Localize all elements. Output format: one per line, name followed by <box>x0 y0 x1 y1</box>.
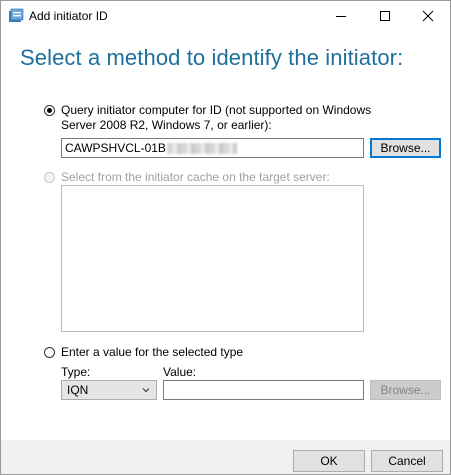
page-heading: Select a method to identify the initiato… <box>20 45 404 70</box>
window-title: Add initiator ID <box>29 9 108 23</box>
radio-query-initiator[interactable] <box>44 105 55 116</box>
radio-initiator-cache[interactable] <box>44 172 55 183</box>
value-input[interactable] <box>163 380 364 400</box>
browse-computer-button[interactable]: Browse... <box>370 138 441 158</box>
initiator-cache-list[interactable] <box>61 185 364 332</box>
initiator-cache-label[interactable]: Select from the initiator cache on the t… <box>61 170 330 184</box>
minimize-icon <box>336 16 346 17</box>
type-select-value: IQN <box>67 383 89 397</box>
minimize-button[interactable] <box>319 1 363 31</box>
computer-name-value: CAWPSHVCL-01B <box>65 141 166 155</box>
chevron-down-icon <box>142 388 150 393</box>
app-icon <box>9 8 24 22</box>
close-button[interactable] <box>406 1 450 31</box>
ok-button[interactable]: OK <box>293 450 365 472</box>
enter-value-label[interactable]: Enter a value for the selected type <box>61 345 243 359</box>
cancel-button[interactable]: Cancel <box>371 450 443 472</box>
query-initiator-label-line1[interactable]: Query initiator computer for ID (not sup… <box>61 103 371 117</box>
type-label: Type: <box>61 365 91 379</box>
dialog-footer: OK Cancel <box>1 440 450 474</box>
browse-value-button[interactable]: Browse... <box>370 380 441 400</box>
redacted-text <box>166 143 237 155</box>
computer-name-input[interactable]: CAWPSHVCL-01B <box>61 138 364 158</box>
maximize-icon <box>380 11 390 21</box>
value-label: Value: <box>163 365 197 379</box>
type-select[interactable]: IQN <box>61 380 157 400</box>
radio-enter-value[interactable] <box>44 347 55 358</box>
close-icon <box>422 10 434 22</box>
title-bar[interactable]: Add initiator ID <box>1 1 450 31</box>
maximize-button[interactable] <box>363 1 407 31</box>
query-initiator-label-line2[interactable]: Server 2008 R2, Windows 7, or earlier): <box>61 118 272 132</box>
add-initiator-dialog: Add initiator ID Select a method to iden… <box>0 0 451 475</box>
